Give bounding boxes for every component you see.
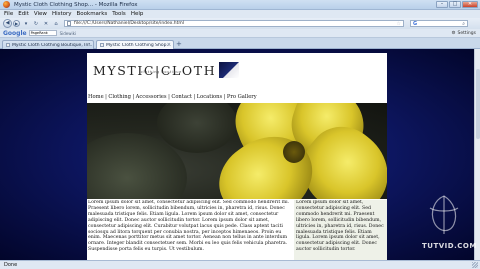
sidebar-content-text: Lorem ipsum dolor sit amet, consectetur … bbox=[294, 200, 387, 260]
tab-bar: Mystic Cloth Clothing Boutique, Inf... M… bbox=[0, 38, 480, 49]
watermark-text: TUTVID.COM bbox=[422, 242, 477, 250]
url-text[interactable]: file:///C:/Users/Nathaniel/Desktop/site/… bbox=[74, 21, 184, 26]
nav-contact[interactable]: Contact bbox=[170, 94, 193, 100]
hero-flower-center bbox=[283, 141, 305, 163]
wrench-icon: ⚙ bbox=[451, 30, 456, 36]
firefox-icon bbox=[3, 1, 10, 8]
hero-flower-image bbox=[87, 103, 387, 199]
google-search-icon: G bbox=[413, 20, 418, 27]
window-title: Mystic Cloth Clothing Shop... - Mozilla … bbox=[14, 1, 138, 8]
address-bar[interactable]: file:///C:/Users/Nathaniel/Desktop/site/… bbox=[64, 20, 404, 27]
settings-button[interactable]: ⚙ Settings bbox=[451, 31, 476, 36]
status-text: Done bbox=[4, 262, 18, 268]
logo-mark-icon bbox=[219, 62, 240, 78]
main-content-text: Lorem ipsum dolor sit amet, consectetur … bbox=[88, 200, 290, 253]
mystic-cloth-site: MYSTIC|CLOTH clothing boutique Home | Cl… bbox=[87, 53, 387, 260]
tab-label: Mystic Cloth Clothing Shop... bbox=[106, 42, 171, 48]
stop-icon[interactable]: ✕ bbox=[42, 20, 50, 28]
tab-close-icon[interactable]: ✕ bbox=[167, 42, 171, 48]
bookmark-star-icon[interactable]: ☆ bbox=[397, 21, 401, 27]
search-box[interactable]: G ⌕ bbox=[410, 20, 468, 27]
minimize-button[interactable]: – bbox=[436, 1, 448, 8]
menu-bookmarks[interactable]: Bookmarks bbox=[77, 11, 108, 17]
navigation-toolbar: ◀ ▶ ▾ ↻ ✕ ⌂ file:///C:/Users/Nathaniel/D… bbox=[0, 18, 480, 29]
logo-subtext: clothing boutique bbox=[141, 70, 182, 74]
status-bar: Done bbox=[0, 260, 480, 269]
search-icon[interactable]: ⌕ bbox=[462, 21, 465, 27]
vertical-scrollbar[interactable] bbox=[474, 49, 480, 260]
tab-boutique[interactable]: Mystic Cloth Clothing Boutique, Inf... bbox=[2, 40, 94, 49]
page-icon bbox=[67, 21, 71, 26]
tab-shop[interactable]: Mystic Cloth Clothing Shop... ✕ bbox=[96, 40, 174, 49]
maximize-button[interactable]: □ bbox=[449, 1, 461, 8]
nav-locations[interactable]: Locations bbox=[196, 94, 223, 100]
menu-history[interactable]: History bbox=[52, 11, 72, 17]
google-toolbar: Google PageRank Sidewiki ⚙ Settings bbox=[0, 29, 480, 38]
new-tab-button[interactable]: + bbox=[176, 41, 182, 48]
nav-clothing[interactable]: Clothing bbox=[107, 94, 132, 100]
nav-pro-gallery[interactable]: Pro Gallery bbox=[226, 94, 258, 100]
tutvid-watermark: TUTVID.COM bbox=[416, 190, 476, 254]
forward-icon[interactable]: ▶ bbox=[13, 20, 20, 27]
menu-help[interactable]: Help bbox=[131, 11, 144, 17]
dropdown-icon[interactable]: ▾ bbox=[22, 20, 30, 28]
site-navigation: Home | Clothing | Accessories | Contact … bbox=[87, 92, 387, 101]
menu-view[interactable]: View bbox=[34, 11, 47, 17]
tab-label: Mystic Cloth Clothing Boutique, Inf... bbox=[11, 42, 93, 48]
tab-page-icon bbox=[100, 43, 104, 47]
window-controls: – □ ✕ bbox=[436, 1, 478, 8]
resize-grip-icon[interactable] bbox=[472, 262, 478, 268]
menu-edit[interactable]: Edit bbox=[18, 11, 29, 17]
google-logo: Google bbox=[3, 29, 27, 37]
close-button[interactable]: ✕ bbox=[462, 1, 478, 8]
sidewiki-button[interactable]: Sidewiki bbox=[60, 31, 76, 36]
window-titlebar: Mystic Cloth Clothing Shop... - Mozilla … bbox=[0, 0, 480, 10]
settings-label: Settings bbox=[457, 30, 476, 36]
nav-accessories[interactable]: Accessories bbox=[135, 94, 168, 100]
google-search-field[interactable]: PageRank bbox=[28, 30, 57, 36]
scrollbar-thumb[interactable] bbox=[476, 69, 480, 139]
menu-tools[interactable]: Tools bbox=[112, 11, 126, 17]
back-icon[interactable]: ◀ bbox=[3, 19, 12, 28]
reload-icon[interactable]: ↻ bbox=[32, 20, 40, 28]
tab-page-icon bbox=[6, 43, 10, 47]
menu-file[interactable]: File bbox=[4, 11, 13, 17]
menu-bar: File Edit View History Bookmarks Tools H… bbox=[0, 10, 480, 18]
home-icon[interactable]: ⌂ bbox=[52, 20, 60, 28]
nav-home[interactable]: Home bbox=[87, 94, 105, 100]
page-viewport: MYSTIC|CLOTH clothing boutique Home | Cl… bbox=[0, 49, 480, 260]
